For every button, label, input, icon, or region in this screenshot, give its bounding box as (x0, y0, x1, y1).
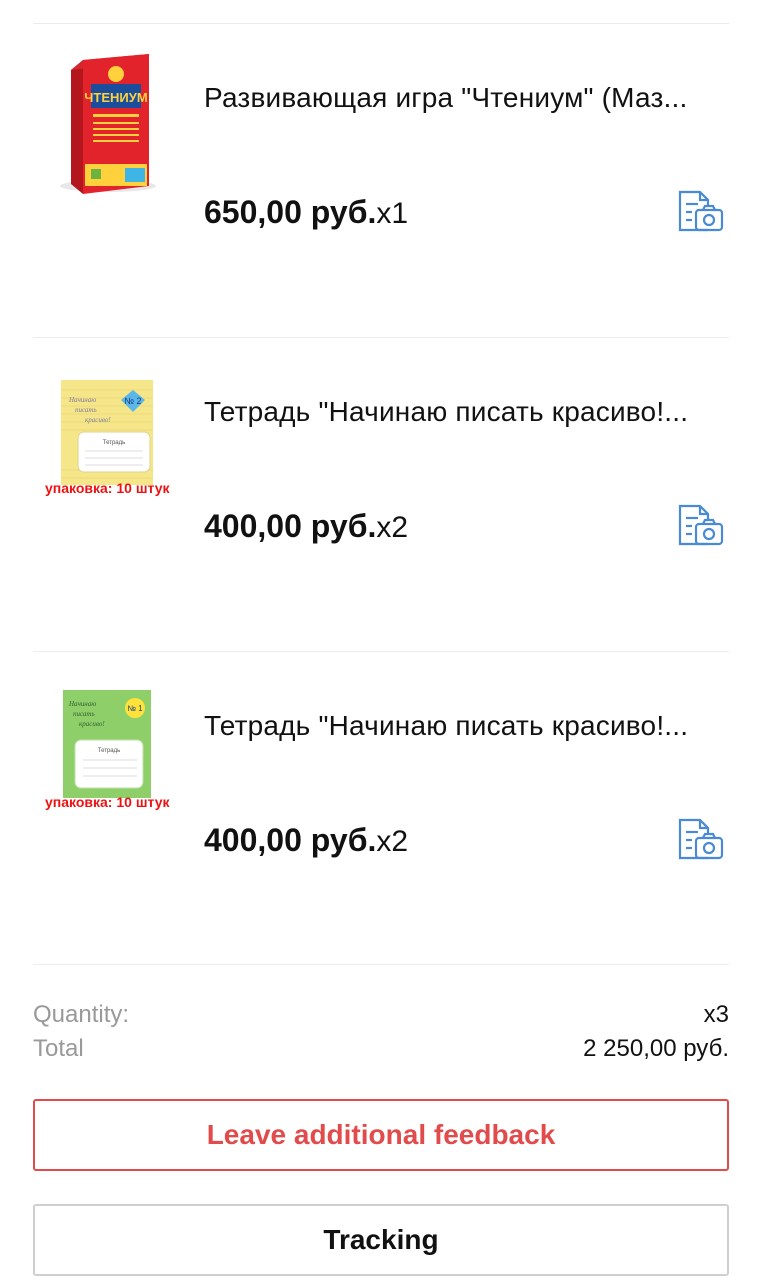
svg-text:красиво!: красиво! (85, 416, 111, 424)
divider (33, 23, 729, 24)
svg-text:Начинаю: Начинаю (68, 396, 96, 404)
summary-total: Total 2 250,00 руб. (33, 1035, 729, 1063)
price-value: 400,00 руб. (204, 822, 377, 858)
summary-quantity: Quantity: x3 (33, 1001, 729, 1029)
product-image[interactable]: № 1 Начинаю писать красиво! Тетрадь упак… (33, 664, 183, 824)
svg-text:Тетрадь: Тетрадь (103, 440, 126, 446)
quantity-value: x1 (376, 197, 409, 230)
order-item[interactable]: ЧТЕНИУМ Развивающая игра "Чтениум" (Маз.… (0, 36, 762, 349)
quantity-value: x2 (376, 825, 409, 858)
price-value: 650,00 руб. (204, 194, 377, 230)
order-item[interactable]: № 1 Начинаю писать красиво! Тетрадь упак… (0, 664, 762, 977)
product-image[interactable]: ЧТЕНИУМ (33, 36, 183, 196)
svg-text:красиво!: красиво! (79, 720, 105, 728)
svg-text:№ 2: № 2 (124, 396, 141, 406)
product-title[interactable]: Тетрадь "Начинаю писать красиво!... (204, 710, 724, 742)
order-item[interactable]: № 2 Начинаю писать красиво! Тетрадь упак… (0, 350, 762, 663)
leave-feedback-button[interactable]: Leave additional feedback (33, 1099, 729, 1171)
svg-text:№ 1: № 1 (127, 704, 143, 713)
quantity-value: x2 (376, 511, 409, 544)
product-image[interactable]: № 2 Начинаю писать красиво! Тетрадь упак… (33, 350, 183, 510)
game-box-icon: ЧТЕНИУМ (60, 54, 156, 194)
svg-text:писать: писать (75, 406, 97, 414)
pack-label: упаковка: 10 штук (45, 480, 170, 496)
price-value: 400,00 руб. (204, 508, 377, 544)
product-price: 400,00 руб.x2 (204, 508, 408, 545)
pack-label: упаковка: 10 штук (45, 794, 170, 810)
total-value: 2 250,00 руб. (583, 1035, 729, 1062)
add-photo-review-icon[interactable] (674, 814, 726, 866)
total-label: Total (33, 1035, 84, 1062)
quantity-label: Quantity: (33, 1001, 130, 1028)
quantity-total: x3 (703, 1001, 729, 1028)
add-photo-review-icon[interactable] (674, 500, 726, 552)
product-title[interactable]: Тетрадь "Начинаю писать красиво!... (204, 396, 724, 428)
product-price: 650,00 руб.x1 (204, 194, 408, 231)
svg-text:Начинаю: Начинаю (68, 700, 96, 708)
tracking-button[interactable]: Tracking (33, 1204, 729, 1276)
svg-text:Тетрадь: Тетрадь (98, 748, 121, 754)
product-title[interactable]: Развивающая игра "Чтениум" (Маз... (204, 82, 724, 114)
product-price: 400,00 руб.x2 (204, 822, 408, 859)
svg-text:писать: писать (73, 710, 95, 718)
svg-text:ЧТЕНИУМ: ЧТЕНИУМ (84, 90, 147, 105)
add-photo-review-icon[interactable] (674, 186, 726, 238)
